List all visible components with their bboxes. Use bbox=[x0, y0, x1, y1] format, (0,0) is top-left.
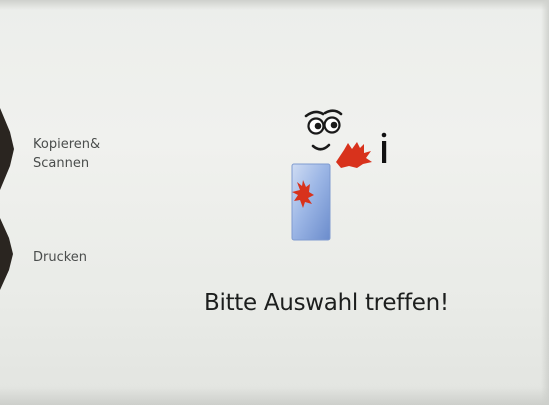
display-screen: Kopieren& Scannen Drucken Bitte Auswahl … bbox=[0, 0, 549, 405]
info-mascot-icon bbox=[291, 109, 387, 241]
screen-edge-right bbox=[541, 0, 549, 405]
copy-scan-label: Kopieren& Scannen bbox=[33, 137, 101, 171]
print-label: Drucken bbox=[33, 250, 88, 265]
screen-edge-top bbox=[0, 0, 549, 10]
selection-prompt: Bitte Auswahl treffen! bbox=[204, 290, 449, 316]
screen-edge-bottom bbox=[0, 387, 549, 405]
print-tab-marker bbox=[0, 218, 13, 290]
copy-scan-button[interactable]: Kopieren& Scannen bbox=[0, 108, 160, 190]
print-button[interactable]: Drucken bbox=[0, 218, 160, 290]
copy-scan-tab-marker bbox=[0, 108, 14, 190]
